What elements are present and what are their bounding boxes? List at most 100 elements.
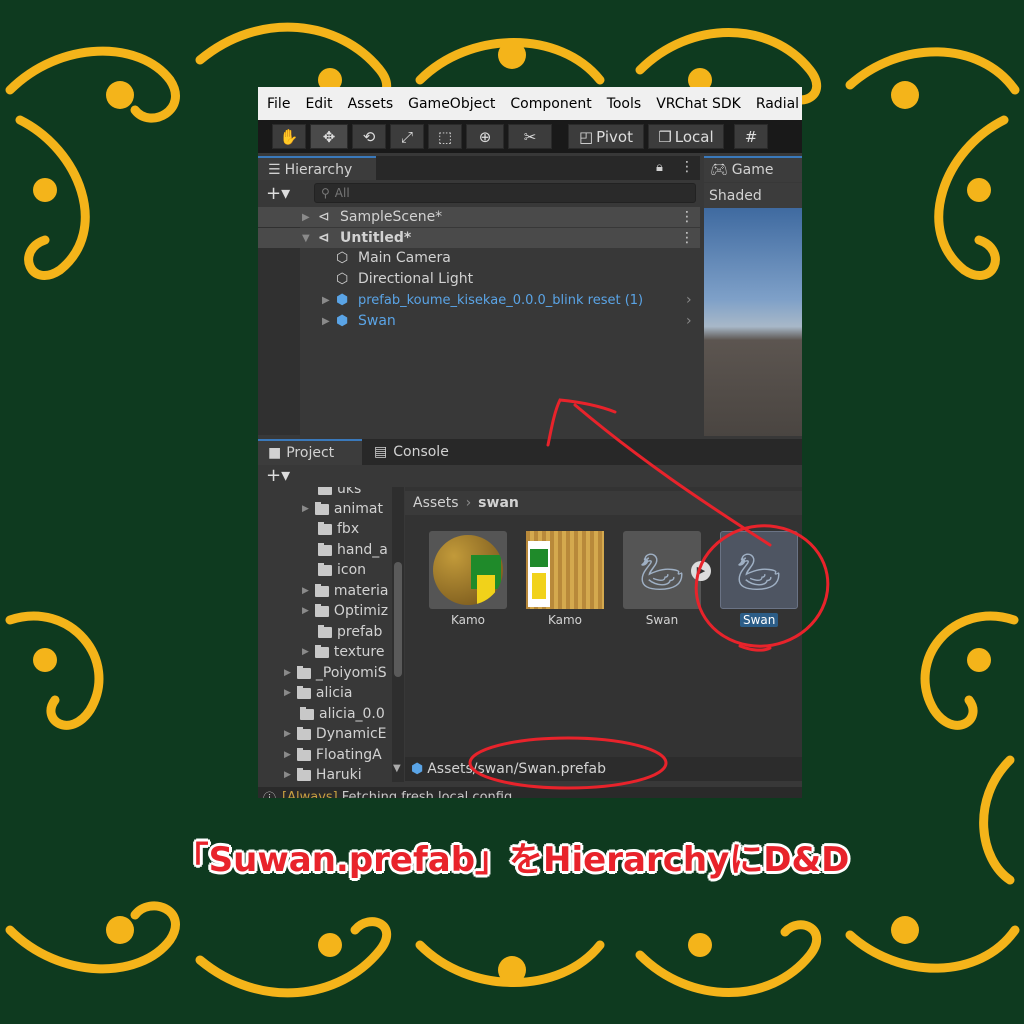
game-view[interactable] bbox=[704, 208, 802, 436]
expand-arrow-icon[interactable]: ▶ bbox=[302, 647, 309, 657]
folder-tree-scrollbar[interactable] bbox=[392, 487, 404, 782]
tab-project[interactable]: ■ Project bbox=[258, 439, 362, 465]
expand-arrow-icon[interactable]: ▶ bbox=[322, 316, 330, 327]
folder-item[interactable]: ▶ animat bbox=[302, 499, 383, 519]
expand-arrow-icon[interactable]: ▶ bbox=[322, 295, 330, 306]
lock-icon[interactable]: 🔒︎ bbox=[656, 160, 663, 175]
grid-snap-button[interactable]: # bbox=[734, 124, 768, 149]
folder-item[interactable]: hand_a bbox=[318, 540, 388, 560]
expand-arrow-icon[interactable]: ▶ bbox=[302, 586, 309, 596]
folder-item[interactable]: ▶ Optimiz bbox=[302, 601, 388, 621]
scrollbar-thumb[interactable] bbox=[394, 562, 402, 677]
folder-icon bbox=[314, 583, 329, 597]
folder-label: Optimiz bbox=[333, 603, 389, 619]
folder-item[interactable]: icon bbox=[318, 560, 366, 580]
breadcrumb-assets[interactable]: Assets bbox=[413, 495, 459, 511]
expand-arrow-icon[interactable]: ▶ bbox=[284, 688, 291, 698]
asset-kamo-material[interactable] bbox=[429, 531, 507, 609]
folder-item[interactable]: uks bbox=[318, 487, 361, 499]
local-label: Local bbox=[674, 127, 714, 146]
folder-icon bbox=[314, 603, 329, 617]
scroll-down-arrow-icon[interactable]: ▼ bbox=[393, 763, 401, 774]
hand-tool-button[interactable]: ✋ bbox=[272, 124, 306, 149]
hierarchy-row-koume-prefab[interactable]: ▶ ⬢ prefab_koume_kisekae_0.0.0_blink res… bbox=[258, 290, 700, 310]
folder-item[interactable]: ▶ DynamicE bbox=[284, 724, 387, 744]
hierarchy-row-label: SampleScene* bbox=[340, 209, 443, 225]
menu-edit[interactable]: Edit bbox=[296, 96, 338, 112]
folder-item[interactable]: prefab bbox=[318, 622, 382, 642]
breadcrumb-swan[interactable]: swan bbox=[478, 495, 519, 511]
menu-radial[interactable]: Radial bbox=[747, 96, 802, 112]
scale-icon: ⤢ bbox=[400, 127, 413, 146]
folder-item[interactable]: ▶ _PoiyomiS bbox=[284, 663, 387, 683]
expand-arrow-icon[interactable]: ▶ bbox=[284, 750, 291, 760]
tab-hierarchy[interactable]: ☰ Hierarchy bbox=[258, 156, 376, 182]
rotate-tool-button[interactable]: ⟲ bbox=[352, 124, 386, 149]
folder-item[interactable]: ▶ alicia bbox=[284, 683, 352, 703]
expand-arrow-icon[interactable]: ▶ bbox=[284, 770, 291, 780]
asset-swan-prefab[interactable]: 🦢︎ bbox=[720, 531, 798, 609]
collapse-arrow-icon[interactable]: ▼ bbox=[302, 233, 310, 244]
project-create-button[interactable]: +▾ bbox=[266, 465, 290, 486]
folder-icon bbox=[314, 501, 329, 515]
menu-component[interactable]: Component bbox=[501, 96, 597, 112]
folder-item[interactable]: ▶ FloatingA bbox=[284, 745, 382, 765]
console-tag: [Always] bbox=[282, 789, 338, 799]
scale-tool-button[interactable]: ⤢ bbox=[390, 124, 424, 149]
transform-tool-button[interactable]: ⊕ bbox=[466, 124, 504, 149]
custom-tool-button[interactable]: ✂ bbox=[508, 124, 552, 149]
expand-arrow-icon[interactable]: ▶ bbox=[302, 606, 309, 616]
gamepad-icon: 🎮︎ bbox=[710, 162, 728, 178]
folder-icon bbox=[314, 644, 329, 658]
create-plus-button[interactable]: +▾ bbox=[266, 183, 290, 204]
tab-game[interactable]: 🎮︎ Game bbox=[704, 156, 802, 182]
expand-play-icon[interactable]: ▶ bbox=[691, 561, 711, 581]
hierarchy-row-untitled[interactable]: ▼ ⊲ Untitled* ⋮ bbox=[258, 228, 700, 248]
hierarchy-search-input[interactable]: ⚲ All bbox=[314, 183, 696, 203]
folder-item[interactable]: ▶ materia bbox=[302, 581, 388, 601]
kebab-menu-icon[interactable]: ⋮ bbox=[680, 159, 694, 175]
hierarchy-row-directional-light[interactable]: ⬡ Directional Light bbox=[258, 269, 700, 289]
selected-asset-path-bar: ⬢ Assets/swan/Swan.prefab bbox=[405, 757, 802, 781]
move-tool-button[interactable]: ✥ bbox=[310, 124, 348, 149]
folder-item[interactable]: fbx bbox=[318, 519, 359, 539]
pivot-toggle[interactable]: ◰ Pivot bbox=[568, 124, 644, 149]
console-status-bar[interactable]: ⓘ [Always] Fetching fresh local config bbox=[258, 787, 802, 798]
folder-item[interactable]: ▶ Haruki bbox=[284, 765, 362, 782]
folder-item[interactable]: alicia_0.0 bbox=[300, 704, 385, 724]
rect-tool-button[interactable]: ⬚ bbox=[428, 124, 462, 149]
shading-mode-dropdown[interactable]: Shaded bbox=[704, 183, 802, 208]
folder-label: icon bbox=[337, 562, 367, 578]
folder-icon bbox=[296, 665, 311, 679]
hierarchy-row-swan[interactable]: ▶ ⬢ Swan › bbox=[258, 311, 700, 331]
expand-arrow-icon[interactable]: ▶ bbox=[284, 729, 291, 739]
asset-swan-model[interactable]: 🦢︎ ▶ bbox=[623, 531, 711, 609]
chevron-right-icon[interactable]: › bbox=[686, 313, 692, 329]
material-sphere-icon bbox=[433, 535, 503, 605]
kebab-menu-icon[interactable]: ⋮ bbox=[680, 230, 694, 246]
menu-gameobject[interactable]: GameObject bbox=[399, 96, 501, 112]
expand-arrow-icon[interactable]: ▶ bbox=[302, 212, 310, 223]
tab-console[interactable]: ▤ Console bbox=[364, 439, 464, 465]
local-icon: ❒ bbox=[658, 127, 672, 146]
menu-bar: File Edit Assets GameObject Component To… bbox=[258, 87, 802, 120]
unity-scene-icon: ⊲ bbox=[318, 209, 330, 225]
pivot-icon: ◰ bbox=[578, 127, 594, 146]
menu-vrchat-sdk[interactable]: VRChat SDK bbox=[647, 96, 747, 112]
hand-icon: ✋ bbox=[279, 127, 299, 146]
chevron-right-icon[interactable]: › bbox=[686, 292, 692, 308]
folder-item[interactable]: ▶ texture bbox=[302, 642, 385, 662]
folder-label: prefab bbox=[337, 624, 383, 640]
asset-label: Kamo bbox=[547, 613, 583, 627]
pivot-label: Pivot bbox=[596, 127, 633, 146]
hierarchy-row-samplescene[interactable]: ▶ ⊲ SampleScene* ⋮ bbox=[258, 207, 700, 227]
kebab-menu-icon[interactable]: ⋮ bbox=[680, 209, 694, 225]
expand-arrow-icon[interactable]: ▶ bbox=[284, 668, 291, 678]
asset-kamo-texture[interactable] bbox=[526, 531, 604, 609]
menu-assets[interactable]: Assets bbox=[339, 96, 400, 112]
hierarchy-row-main-camera[interactable]: ⬡ Main Camera bbox=[258, 248, 700, 268]
local-toggle[interactable]: ❒ Local bbox=[648, 124, 724, 149]
menu-file[interactable]: File bbox=[258, 96, 296, 112]
menu-tools[interactable]: Tools bbox=[598, 96, 648, 112]
expand-arrow-icon[interactable]: ▶ bbox=[302, 504, 309, 514]
